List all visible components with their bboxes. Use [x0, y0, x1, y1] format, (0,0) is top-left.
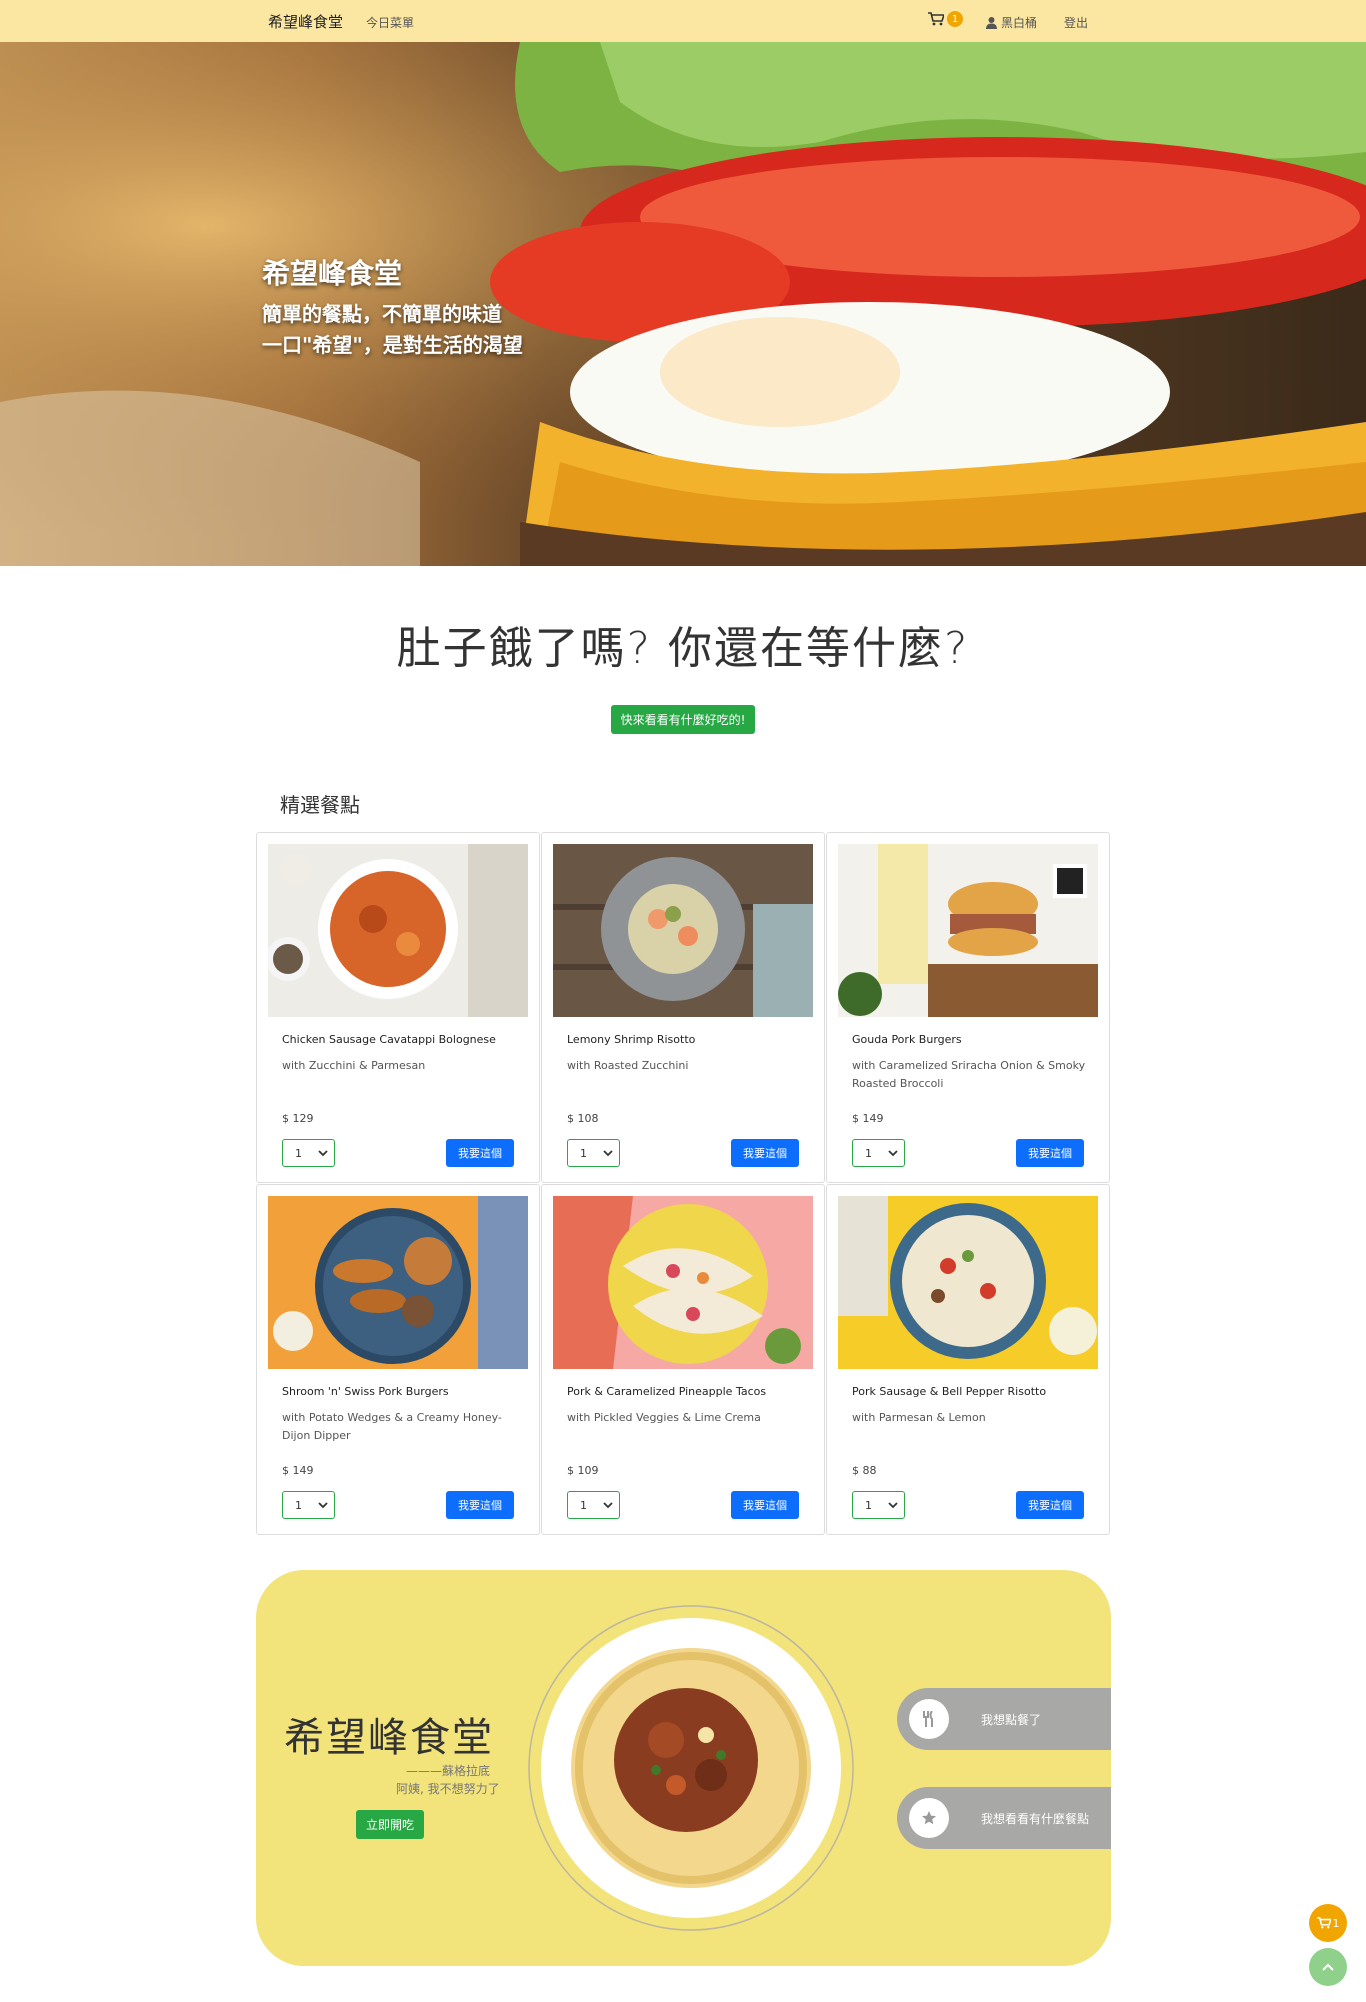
navbar: 希望峰食堂 今日菜單 1 黑白桶 登出 [0, 0, 1366, 42]
add-to-cart-button[interactable]: 我要這個 [1016, 1139, 1084, 1167]
product-description: with Roasted Zucchini [567, 1059, 689, 1072]
cart-count-badge: 1 [947, 11, 963, 27]
start-eating-button[interactable]: 立即開吃 [356, 1810, 424, 1839]
product-card: Pork Sausage & Bell Pepper Risotto with … [826, 1184, 1110, 1535]
product-card: Pork & Caramelized Pineapple Tacos with … [541, 1184, 825, 1535]
product-name: Pork & Caramelized Pineapple Tacos [567, 1385, 767, 1398]
product-image [268, 1196, 528, 1369]
hero-tagline-1: 簡單的餐點，不簡單的味道 [262, 302, 502, 326]
add-to-cart-button[interactable]: 我要這個 [731, 1139, 799, 1167]
hero-burger-image [0, 42, 1366, 566]
view-menu-label: 我想看看有什麼餐點 [981, 1811, 1090, 1826]
quote-author: ———蘇格拉底 [406, 1764, 491, 1778]
chevron-down-icon [888, 1502, 898, 1509]
product-image [838, 1196, 1098, 1369]
floating-cart-count: 1 [1332, 1916, 1340, 1930]
product-description: with Caramelized Sriracha Onion & Smoky … [852, 1059, 1086, 1090]
view-menu-link[interactable]: 我想看看有什麼餐點 [897, 1787, 1111, 1849]
order-now-link[interactable]: 我想點餐了 [897, 1688, 1111, 1750]
order-now-label: 我想點餐了 [981, 1712, 1042, 1727]
product-price: $ 108 [567, 1112, 599, 1125]
product-name: Chicken Sausage Cavatappi Bolognese [282, 1033, 496, 1046]
cart-icon [928, 12, 944, 26]
product-image [838, 844, 1098, 1017]
logout-link[interactable]: 登出 [1064, 14, 1088, 31]
browse-menu-button[interactable]: 快來看看有什麼好吃的! [611, 705, 755, 734]
quantity-value: 1 [580, 1146, 587, 1160]
product-price: $ 109 [567, 1464, 599, 1477]
chevron-down-icon [603, 1150, 613, 1157]
banner-title: 希望峰食堂 [284, 1715, 494, 1761]
product-image [553, 1196, 813, 1369]
add-to-cart-button[interactable]: 我要這個 [446, 1491, 514, 1519]
quote-text: 阿姨, 我不想努力了 [396, 1782, 500, 1796]
product-image [553, 844, 813, 1017]
nav-user-link[interactable]: 黑白桶 [986, 14, 1037, 31]
product-name: Pork Sausage & Bell Pepper Risotto [852, 1385, 1047, 1398]
quantity-value: 1 [865, 1146, 872, 1160]
chevron-down-icon [603, 1502, 613, 1509]
add-to-cart-button[interactable]: 我要這個 [446, 1139, 514, 1167]
product-name: Gouda Pork Burgers [852, 1033, 962, 1046]
product-name: Lemony Shrimp Risotto [567, 1033, 696, 1046]
chevron-up-icon [1322, 1963, 1334, 1971]
star-icon [909, 1798, 949, 1838]
promo-banner: 希望峰食堂 ———蘇格拉底 阿姨, 我不想努力了 立即開吃 我想點餐了 我想看看… [256, 1570, 1111, 1966]
scroll-to-top-button[interactable] [1309, 1948, 1347, 1986]
quantity-select[interactable]: 1 [282, 1139, 335, 1167]
chevron-down-icon [318, 1502, 328, 1509]
user-name: 黑白桶 [1001, 16, 1038, 30]
spaghetti-plate-image [528, 1605, 854, 1931]
product-price: $ 149 [282, 1464, 314, 1477]
quantity-select[interactable]: 1 [567, 1139, 620, 1167]
product-card: Lemony Shrimp Risotto with Roasted Zucch… [541, 832, 825, 1183]
add-to-cart-button[interactable]: 我要這個 [731, 1491, 799, 1519]
utensils-icon [909, 1699, 949, 1739]
floating-cart-button[interactable]: 1 [1309, 1904, 1347, 1942]
product-card: Chicken Sausage Cavatappi Bolognese with… [256, 832, 540, 1183]
quantity-select[interactable]: 1 [567, 1491, 620, 1519]
quantity-select[interactable]: 1 [852, 1139, 905, 1167]
product-image [268, 844, 528, 1017]
nav-menu-link[interactable]: 今日菜單 [366, 14, 414, 31]
user-icon [986, 16, 997, 29]
product-price: $ 88 [852, 1464, 877, 1477]
cart-icon [1316, 1917, 1331, 1929]
hero-banner: 希望峰食堂 簡單的餐點，不簡單的味道 一口"希望"，是對生活的渴望 [0, 42, 1366, 566]
main-headline: 肚子餓了嗎? 你還在等什麼? [396, 623, 970, 674]
chevron-down-icon [888, 1150, 898, 1157]
product-price: $ 149 [852, 1112, 884, 1125]
product-description: with Pickled Veggies & Lime Crema [567, 1411, 761, 1424]
quantity-value: 1 [295, 1146, 302, 1160]
quantity-value: 1 [295, 1498, 302, 1512]
product-card: Shroom 'n' Swiss Pork Burgers with Potat… [256, 1184, 540, 1535]
chevron-down-icon [318, 1150, 328, 1157]
quantity-value: 1 [865, 1498, 872, 1512]
quantity-select[interactable]: 1 [282, 1491, 335, 1519]
nav-cart-button[interactable]: 1 [928, 11, 963, 27]
brand-link[interactable]: 希望峰食堂 [268, 11, 343, 32]
product-description: with Zucchini & Parmesan [282, 1059, 426, 1072]
quantity-value: 1 [580, 1498, 587, 1512]
product-price: $ 129 [282, 1112, 314, 1125]
quantity-select[interactable]: 1 [852, 1491, 905, 1519]
product-description: with Parmesan & Lemon [852, 1411, 986, 1424]
product-card: Gouda Pork Burgers with Caramelized Srir… [826, 832, 1110, 1183]
hero-title: 希望峰食堂 [262, 257, 403, 290]
product-description: with Potato Wedges & a Creamy Honey-Dijo… [282, 1411, 502, 1442]
featured-section-title: 精選餐點 [280, 793, 360, 817]
hero-tagline-2: 一口"希望"，是對生活的渴望 [262, 333, 523, 357]
product-name: Shroom 'n' Swiss Pork Burgers [282, 1385, 449, 1398]
add-to-cart-button[interactable]: 我要這個 [1016, 1491, 1084, 1519]
